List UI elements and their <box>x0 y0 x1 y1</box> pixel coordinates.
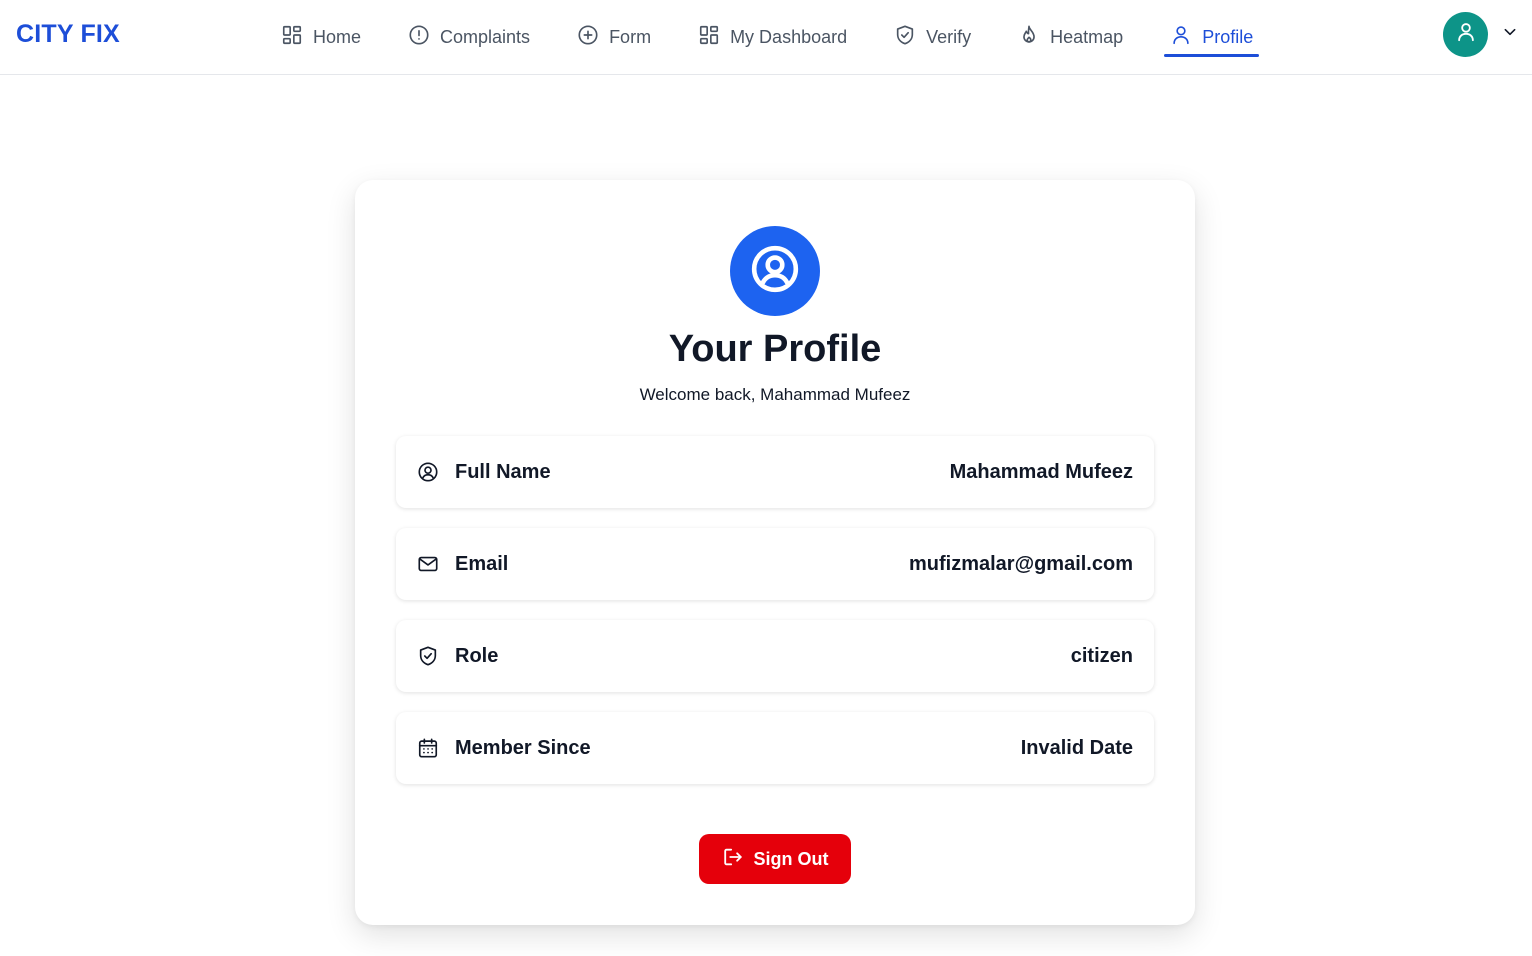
field-value: citizen <box>1070 644 1133 667</box>
nav-item-label: Profile <box>1202 26 1254 47</box>
field-value: mufizmalar@gmail.com <box>908 552 1133 575</box>
field-label: Member Since <box>455 736 591 759</box>
nav-item-label: Verify <box>926 26 972 47</box>
nav-item-label: Heatmap <box>1050 26 1124 47</box>
log-out-icon <box>722 846 744 873</box>
field-label: Role <box>455 644 499 667</box>
nav-item-my-dashboard[interactable]: My Dashboard <box>687 0 858 74</box>
profile-card: Your Profile Welcome back, Mahammad Mufe… <box>355 180 1195 925</box>
nav-item-heatmap[interactable]: Heatmap <box>1007 0 1134 74</box>
user-icon <box>1170 24 1192 51</box>
user-circle-icon <box>417 461 439 483</box>
shield-check-icon <box>894 24 916 51</box>
email-row: Email mufizmalar@gmail.com <box>396 528 1154 600</box>
field-value: Invalid Date <box>1020 736 1133 759</box>
sign-out-label: Sign Out <box>753 848 829 869</box>
welcome-message: Welcome back, Mahammad Mufeez <box>639 385 911 404</box>
main-nav: Home Complaints Form My Dashboard Verify <box>270 0 1289 74</box>
nav-item-verify[interactable]: Verify <box>883 0 982 74</box>
mail-icon <box>417 553 439 575</box>
full-name-row: Full Name Mahammad Mufeez <box>396 436 1154 508</box>
brand-logo[interactable]: CITY FIX <box>16 20 120 49</box>
user-circle-icon <box>750 244 800 299</box>
alert-circle-icon <box>408 24 430 51</box>
field-value: Mahammad Mufeez <box>949 460 1133 483</box>
field-label: Email <box>455 552 509 575</box>
flame-icon <box>1018 24 1040 51</box>
nav-item-profile[interactable]: Profile <box>1159 0 1264 74</box>
user-icon <box>1455 21 1477 48</box>
top-navbar: CITY FIX Home Complaints Form My Dashboa… <box>0 0 1532 75</box>
nav-item-label: Home <box>313 26 362 47</box>
nav-item-label: My Dashboard <box>730 26 848 47</box>
field-label: Full Name <box>455 460 551 483</box>
calendar-icon <box>417 737 439 759</box>
page-title: Your Profile <box>668 328 882 370</box>
avatar[interactable] <box>1443 12 1488 57</box>
plus-circle-icon <box>577 24 599 51</box>
grid-icon <box>698 24 720 51</box>
shield-check-icon <box>417 645 439 667</box>
nav-item-label: Complaints <box>440 26 531 47</box>
nav-item-label: Form <box>609 26 652 47</box>
user-menu[interactable] <box>1443 12 1518 57</box>
nav-item-complaints[interactable]: Complaints <box>397 0 541 74</box>
grid-icon <box>281 24 303 51</box>
sign-out-button[interactable]: Sign Out <box>699 834 851 884</box>
role-row: Role citizen <box>396 620 1154 692</box>
member-since-row: Member Since Invalid Date <box>396 712 1154 784</box>
nav-item-form[interactable]: Form <box>566 0 662 74</box>
chevron-down-icon[interactable] <box>1502 24 1518 45</box>
profile-avatar-badge <box>730 226 820 316</box>
nav-item-home[interactable]: Home <box>270 0 372 74</box>
